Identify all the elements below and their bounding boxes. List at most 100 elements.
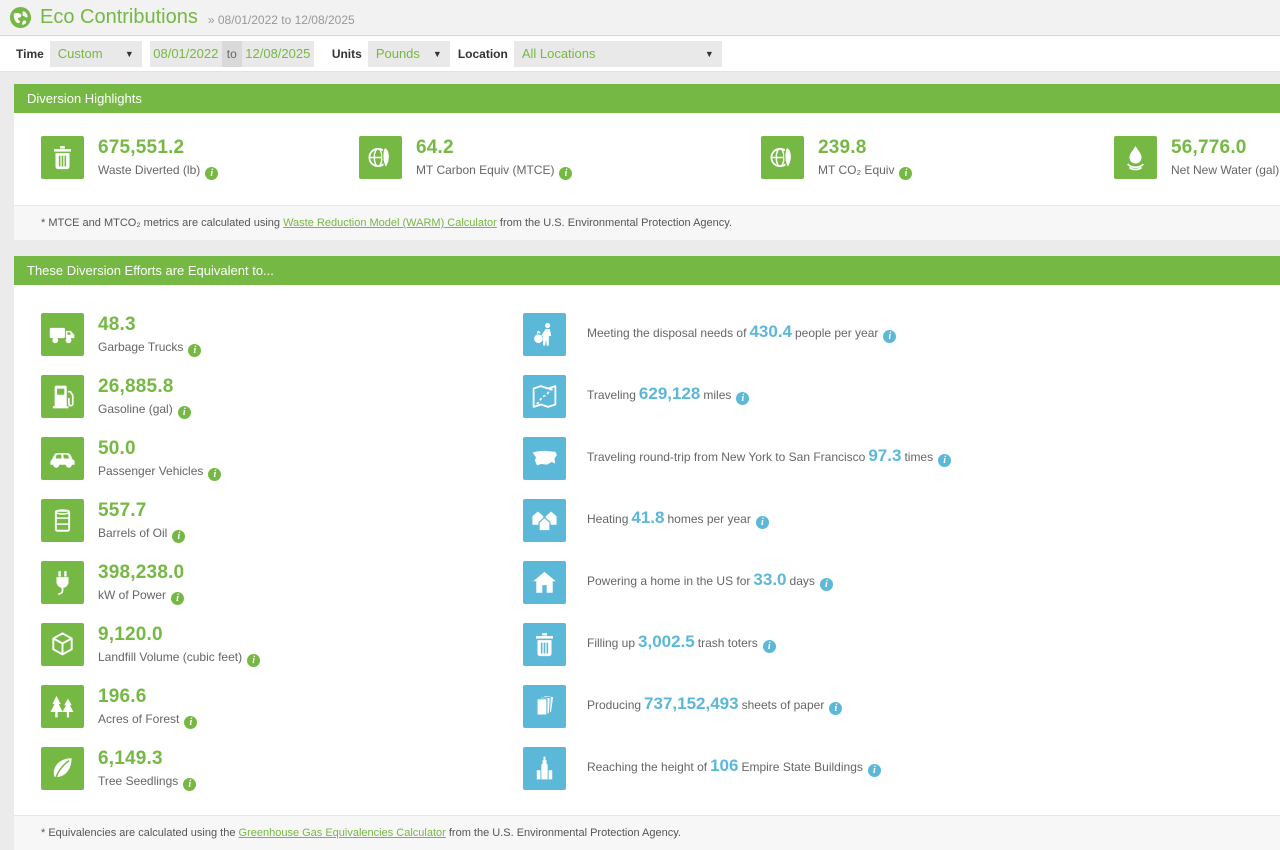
stat-value: 239.8	[818, 137, 912, 159]
equivalence-row: Traveling629,128miles	[523, 375, 1280, 418]
equivalence-text: Reaching the height of	[587, 760, 707, 774]
stat-tile: 56,776.0 Net New Water (gal)	[1114, 136, 1280, 180]
garbage-truck-icon	[41, 313, 84, 356]
filter-bar: Time Custom 08/01/2022 to 12/08/2025 Uni…	[0, 36, 1280, 72]
equivalence-row: Traveling round-trip from New York to Sa…	[523, 437, 1280, 480]
equivalence-value: 97.3	[868, 446, 901, 465]
cube-icon	[41, 623, 84, 666]
info-icon[interactable]	[899, 167, 912, 180]
info-icon[interactable]	[205, 167, 218, 180]
location-select-value: All Locations	[522, 41, 596, 67]
equivalence-text: days	[790, 574, 815, 588]
stat-label: Tree Seedlings	[98, 774, 178, 788]
stat-tile: 557.7 Barrels of Oil	[41, 499, 523, 542]
equivalence-text: Empire State Buildings	[741, 760, 862, 774]
us-map-icon	[523, 437, 566, 480]
power-plug-icon	[41, 561, 84, 604]
info-icon[interactable]	[178, 406, 191, 419]
stat-tile: 675,551.2 Waste Diverted (lb)	[41, 136, 359, 180]
equivalence-value: 3,002.5	[638, 632, 695, 651]
stat-label: Passenger Vehicles	[98, 464, 203, 478]
ghg-calculator-link[interactable]: Greenhouse Gas Equivalencies Calculator	[239, 827, 446, 839]
paper-sheets-icon	[523, 685, 566, 728]
info-icon[interactable]	[172, 530, 185, 543]
units-select[interactable]: Pounds	[368, 41, 450, 67]
info-icon[interactable]	[183, 778, 196, 791]
stat-tile: 9,120.0 Landfill Volume (cubic feet)	[41, 623, 523, 666]
footnote-text: from the U.S. Environmental Protection A…	[497, 217, 732, 229]
globe-leaf-icon	[359, 136, 402, 179]
time-select[interactable]: Custom	[50, 41, 142, 67]
warm-footnote: * MTCE and MTCO₂ metrics are calculated …	[14, 205, 1280, 240]
info-icon[interactable]	[820, 578, 833, 591]
equivalence-value: 430.4	[749, 322, 792, 341]
date-range-separator: to	[222, 41, 242, 67]
stat-label: Gasoline (gal)	[98, 402, 173, 416]
info-icon[interactable]	[868, 764, 881, 777]
info-icon[interactable]	[756, 516, 769, 529]
info-icon[interactable]	[938, 454, 951, 467]
leaf-icon	[41, 747, 84, 790]
stat-value: 398,238.0	[98, 562, 184, 584]
date-from-input[interactable]: 08/01/2022	[150, 41, 222, 67]
equivalence-text: Meeting the disposal needs of	[587, 326, 746, 340]
equivalence-text: miles	[703, 388, 731, 402]
warm-calculator-link[interactable]: Waste Reduction Model (WARM) Calculator	[283, 217, 497, 229]
stat-label: Landfill Volume (cubic feet)	[98, 650, 242, 664]
equivalence-row: Filling up3,002.5trash toters	[523, 623, 1280, 666]
stat-value: 675,551.2	[98, 137, 218, 159]
globe-leaf-icon	[761, 136, 804, 179]
equivalence-text: Heating	[587, 512, 628, 526]
info-icon[interactable]	[736, 392, 749, 405]
date-to-input[interactable]: 12/08/2025	[242, 41, 314, 67]
location-label: Location	[458, 47, 508, 61]
equivalence-text: trash toters	[698, 636, 758, 650]
oil-barrel-icon	[41, 499, 84, 542]
footnote-text: from the U.S. Environmental Protection A…	[446, 827, 681, 839]
info-icon[interactable]	[188, 344, 201, 357]
location-select[interactable]: All Locations	[514, 41, 722, 67]
equivalence-value: 33.0	[753, 570, 786, 589]
info-icon[interactable]	[184, 716, 197, 729]
stat-value: 9,120.0	[98, 624, 260, 646]
chevron-down-icon	[115, 41, 134, 67]
stat-tile: 50.0 Passenger Vehicles	[41, 437, 523, 480]
eco-globe-icon	[9, 6, 32, 29]
info-icon[interactable]	[559, 167, 572, 180]
water-drop-icon	[1114, 136, 1157, 179]
stat-label: Acres of Forest	[98, 712, 179, 726]
equivalence-text: people per year	[795, 326, 878, 340]
car-icon	[41, 437, 84, 480]
stat-tile: 239.8 MT CO₂ Equiv	[761, 136, 1114, 180]
info-icon[interactable]	[829, 702, 842, 715]
units-label: Units	[332, 47, 362, 61]
app-header: Eco Contributions » 08/01/2022 to 12/08/…	[0, 0, 1280, 36]
highlight-tiles: 675,551.2 Waste Diverted (lb) 64.2 MT Ca…	[14, 113, 1280, 205]
gas-pump-icon	[41, 375, 84, 418]
info-icon[interactable]	[763, 640, 776, 653]
time-label: Time	[16, 47, 44, 61]
info-icon[interactable]	[171, 592, 184, 605]
stat-tile: 48.3 Garbage Trucks	[41, 313, 523, 356]
chevron-down-icon	[695, 41, 714, 67]
equivalence-row: Meeting the disposal needs of430.4people…	[523, 313, 1280, 356]
ghg-footnote: * Equivalencies are calculated using the…	[14, 815, 1280, 850]
footnote-text: * MTCE and MTCO₂ metrics are calculated …	[41, 217, 283, 229]
equivalence-text: homes per year	[667, 512, 750, 526]
equivalence-text: sheets of paper	[742, 698, 825, 712]
stat-label: MT Carbon Equiv (MTCE)	[416, 163, 554, 177]
equivalence-text: times	[904, 450, 933, 464]
stat-tile: 196.6 Acres of Forest	[41, 685, 523, 728]
time-select-value: Custom	[58, 41, 103, 67]
units-select-value: Pounds	[376, 41, 420, 67]
equivalence-text: Powering a home in the US for	[587, 574, 750, 588]
equivalence-value: 41.8	[631, 508, 664, 527]
stat-label: Garbage Trucks	[98, 340, 183, 354]
stat-value: 56,776.0	[1171, 137, 1280, 159]
info-icon[interactable]	[883, 330, 896, 343]
info-icon[interactable]	[208, 468, 221, 481]
info-icon[interactable]	[247, 654, 260, 667]
homes-icon	[523, 499, 566, 542]
stat-value: 6,149.3	[98, 748, 196, 770]
forest-icon	[41, 685, 84, 728]
